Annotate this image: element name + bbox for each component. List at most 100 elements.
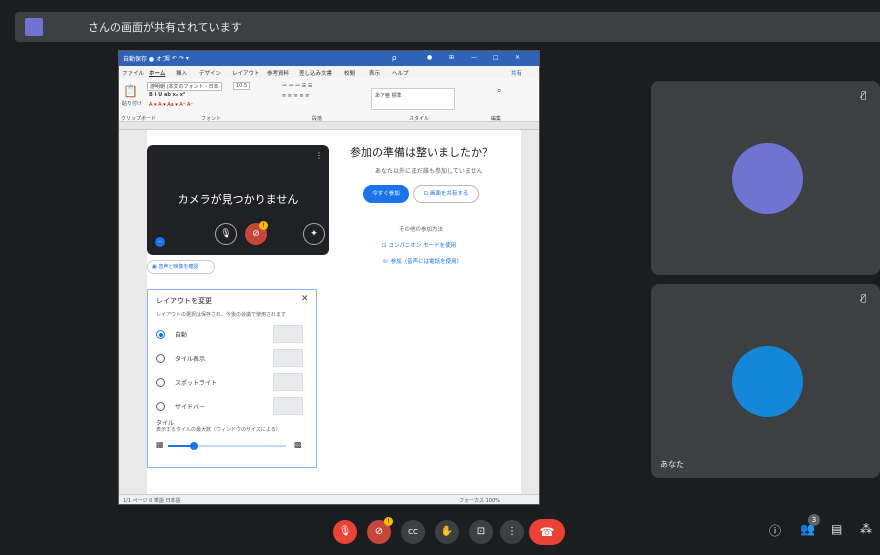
phone-audio-label: 参加（音声には電話を使用）: [390, 259, 463, 265]
preview-effects-icon: ✦: [303, 223, 325, 245]
status-right: フォーカス 100%: [459, 498, 500, 504]
activities-icon[interactable]: ⁂: [860, 522, 872, 536]
radio-icon: [156, 354, 165, 363]
preview-more-icon: ⋮: [315, 151, 323, 160]
tab-references: 参考資料: [267, 71, 290, 77]
search-icon: ρ: [392, 54, 397, 62]
tab-file: ファイル: [122, 71, 145, 77]
no-camera-text: カメラが見つかりません: [177, 193, 299, 206]
share-banner: さんの画面が共有されています: [15, 12, 880, 42]
status-left: 1/1 ページ 0 単語 日本語: [123, 498, 181, 504]
tab-home: ホーム: [149, 71, 166, 77]
font-size-box: 10.5: [233, 82, 251, 90]
change-layout-dialog: レイアウトを変更 ✕ レイアウトの選択は保存され、今後の会議で使用されます 自動…: [147, 289, 317, 468]
ribbon-display-icon: ⊞: [449, 54, 455, 61]
format-buttons: B I U ab x₂ x²: [149, 92, 186, 98]
close-icon: ✕: [515, 54, 521, 61]
mic-toggle-button[interactable]: 🎙: [333, 520, 357, 544]
layout-option-label: スポットライト: [175, 380, 218, 387]
hand-icon: ✋: [440, 526, 454, 537]
word-titlebar: 自動保存 ● オフ 🖫 ↶ ↷ ▾ ρ ● ⊞ — □ ✕: [119, 51, 539, 66]
tab-help: ヘルプ: [392, 71, 409, 77]
camera-off-icon: ⊘: [374, 526, 384, 537]
check-av-label: 音声と映像を確認: [158, 264, 199, 270]
quick-access-icons: 🖫 ↶ ↷ ▾: [165, 55, 189, 62]
chat-icon[interactable]: ▤: [831, 522, 842, 536]
present-label: 画面を共有する: [429, 191, 469, 197]
close-icon: ✕: [301, 294, 309, 304]
group-editing: 編集: [491, 116, 502, 122]
word-statusbar: 1/1 ページ 0 単語 日本語 フォーカス 100%: [119, 494, 539, 504]
paste-icon: 📋: [123, 84, 138, 98]
document-page: カメラが見つかりません ⋮ 🎙 ⊘! ✦ ⋯ 参加の準備は整いましたか？ あなた…: [147, 130, 521, 494]
raise-hand-button[interactable]: ✋: [435, 520, 459, 544]
word-ribbon-tabs: ファイル ホーム 挿入 デザイン レイアウト 参考資料 差し込み文書 校閲 表示…: [119, 66, 539, 78]
nobody-here-text: あなた以外にまだ誰も参加していません: [375, 168, 483, 175]
shared-screen: 自動保存 ● オフ 🖫 ↶ ↷ ▾ ρ ● ⊞ — □ ✕ ファイル ホーム 挿…: [119, 51, 539, 504]
companion-label: コンパニオン モードを使用: [388, 243, 457, 249]
font-name-box: 游明朝 (本文のフォント - 日本: [147, 82, 222, 91]
group-font: フォント: [201, 116, 222, 122]
maximize-icon: □: [493, 54, 499, 61]
layout-dialog-title: レイアウトを変更: [156, 297, 212, 305]
mic-off-icon: 🎙̸: [861, 91, 867, 101]
end-call-button[interactable]: ☎: [529, 519, 565, 545]
ruler: [119, 122, 539, 130]
phone-audio-link: ☏ 参加（音声には電話を使用）: [382, 259, 463, 265]
preview-mic-icon: 🎙: [215, 223, 237, 245]
tab-mailings: 差し込み文書: [299, 71, 333, 77]
captions-button[interactable]: CC: [401, 520, 425, 544]
captions-icon: CC: [408, 528, 418, 536]
self-label: あなた: [660, 460, 684, 469]
tab-view: 表示: [369, 71, 381, 77]
tab-design: デザイン: [199, 71, 222, 77]
mic-off-icon: 🎙: [338, 526, 352, 537]
check-av-button: ▣ 音声と映像を確認: [147, 260, 215, 274]
present-screen-button[interactable]: ⊡: [469, 520, 493, 544]
grid-small-icon: ▦: [156, 440, 164, 449]
doc-margin-left: [119, 130, 147, 494]
align-buttons: ≡ ≡ ≡ ≡ ≡: [282, 93, 310, 99]
layout-dialog-description: レイアウトの選択は保存され、今後の会議で使用されます: [156, 312, 287, 318]
autosave-label: 自動保存 ● オフ: [123, 56, 169, 63]
self-avatar: [732, 346, 803, 417]
camera-preview: カメラが見つかりません ⋮ 🎙 ⊘! ✦ ⋯: [147, 145, 329, 255]
more-vert-icon: ⋮: [507, 526, 517, 537]
layout-thumbnail: [273, 325, 303, 343]
companion-mode-link: ⊡ コンパニオン モードを使用: [382, 243, 457, 249]
join-now-button: 今すぐ参加: [363, 185, 409, 203]
color-buttons: A ▾ A ▾ Aa ▾ A⁺ A⁻: [149, 102, 194, 108]
account-icon: ●: [427, 54, 433, 61]
group-clipboard: クリップボード: [121, 116, 157, 122]
participant-count-badge: 3: [808, 514, 820, 526]
radio-selected-icon: [156, 330, 165, 339]
tab-insert: 挿入: [176, 71, 188, 77]
preview-camera-off-icon: ⊘!: [245, 221, 268, 245]
tab-review: 校閲: [344, 71, 356, 77]
layout-option-label: 自動: [175, 332, 188, 339]
present-button: ⊡ 画面を共有する: [413, 185, 479, 203]
share-banner-text: さんの画面が共有されています: [88, 21, 242, 34]
radio-icon: [156, 402, 165, 411]
more-options-button[interactable]: ⋮: [500, 520, 524, 544]
word-share-button: 共有: [511, 71, 523, 77]
tiles-slider: [168, 442, 286, 450]
doc-margin-right: [521, 130, 539, 494]
slider-knob: [189, 442, 198, 450]
style-normal: あア亜 標準: [375, 93, 402, 99]
participant-tile-self[interactable]: 🎙̸ あなた: [651, 284, 880, 478]
hang-up-icon: ☎: [539, 525, 555, 539]
camera-toggle-button[interactable]: ⊘!: [367, 517, 393, 544]
list-buttons: ≔ ≔ ≔ ☰ ☰: [282, 83, 313, 89]
participant-tile-1[interactable]: 🎙̸: [651, 81, 880, 275]
tab-layout: レイアウト: [232, 71, 260, 77]
layout-option-spotlight: スポットライト: [156, 373, 311, 391]
find-icon: ⌕: [497, 86, 502, 95]
word-ribbon: 📋 貼り付け 游明朝 (本文のフォント - 日本 10.5 B I U ab x…: [119, 78, 539, 122]
layout-thumbnail: [273, 397, 303, 415]
layout-option-auto: 自動: [156, 325, 311, 343]
meeting-info-icon[interactable]: ⓘ: [769, 522, 781, 539]
preview-options-icon: ⋯: [155, 237, 165, 247]
present-icon: ⊡: [476, 526, 486, 537]
layout-option-label: サイドバー: [175, 404, 206, 411]
